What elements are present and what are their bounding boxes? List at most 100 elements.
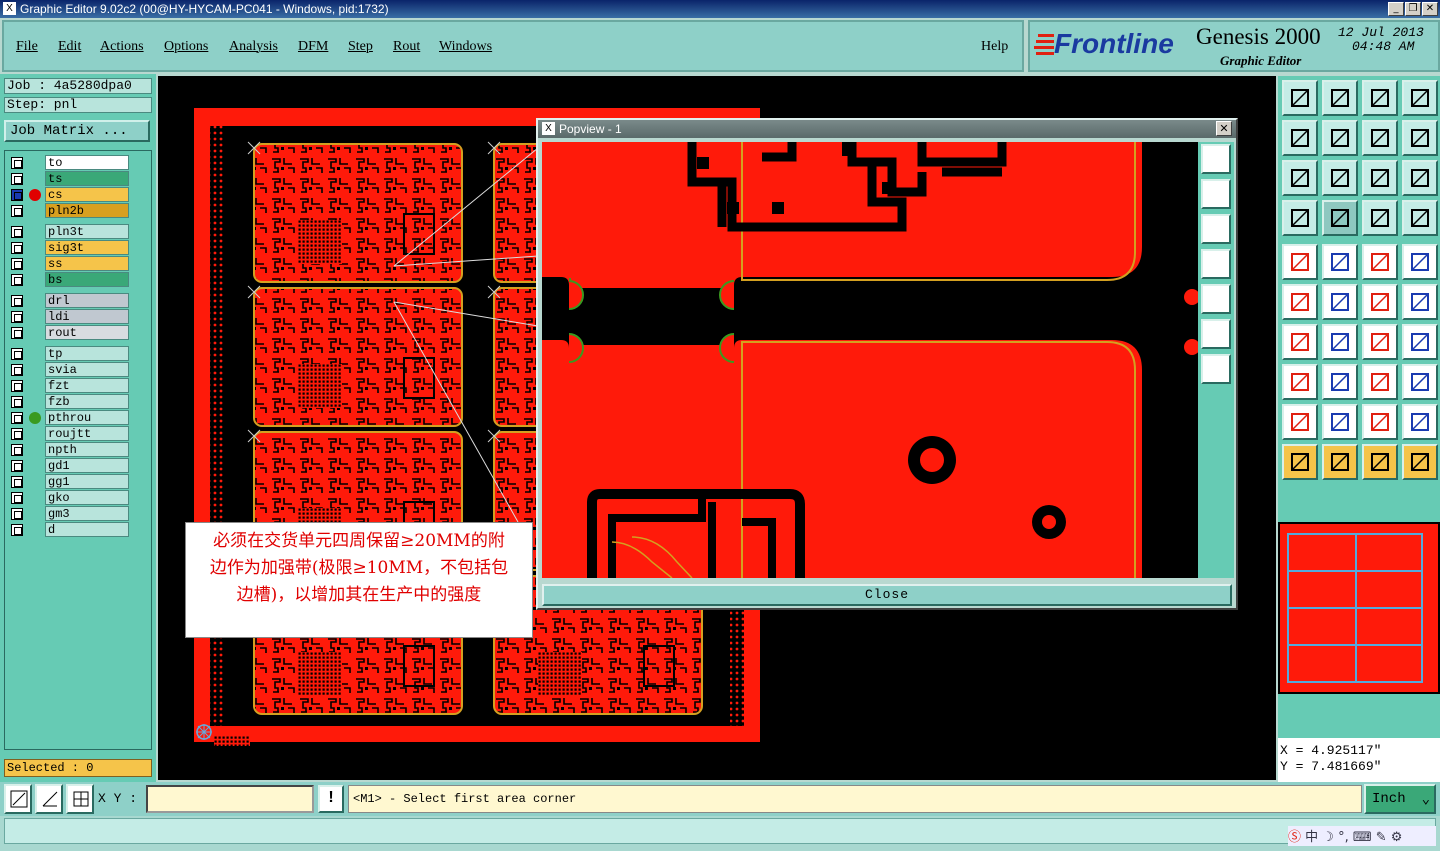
layer-checkbox[interactable] [11, 226, 23, 238]
pointer-corner-button[interactable] [1282, 244, 1318, 280]
layer-name[interactable]: gm3 [45, 506, 129, 521]
layer-checkbox[interactable] [11, 412, 23, 424]
connectivity-button[interactable] [1402, 364, 1438, 400]
layer-name[interactable]: fzb [45, 394, 129, 409]
layer-name[interactable]: gg1 [45, 474, 129, 489]
layer-row-fzt[interactable]: fzt [9, 378, 129, 393]
layer-name[interactable]: pln2b [45, 203, 129, 218]
arc-button[interactable] [1362, 324, 1398, 360]
layer-checkbox[interactable] [11, 274, 23, 286]
layer-checkbox[interactable] [11, 364, 23, 376]
layer-name[interactable]: tp [45, 346, 129, 361]
layer-row-ss[interactable]: ss [9, 256, 129, 271]
layer-stack-button[interactable] [1362, 200, 1398, 236]
layer-checkbox[interactable] [11, 311, 23, 323]
layer-checkbox[interactable] [11, 508, 23, 520]
layer-checkbox[interactable] [11, 327, 23, 339]
home-down-button[interactable] [1322, 80, 1358, 116]
home-up-button[interactable] [1282, 80, 1318, 116]
wrench-button[interactable] [1282, 200, 1318, 236]
popview-close-button[interactable]: Close [542, 584, 1232, 606]
layer-row-tp[interactable]: tp [9, 346, 129, 361]
measure-button[interactable] [35, 784, 63, 814]
units-select[interactable]: Inch ⌄ [1364, 784, 1436, 814]
menu-actions[interactable]: Actions [100, 39, 144, 55]
window-split-button[interactable] [1402, 80, 1438, 116]
select-arrow-button[interactable] [1282, 444, 1318, 480]
layer-row-gko[interactable]: gko [9, 490, 129, 505]
layer-checkbox[interactable] [11, 476, 23, 488]
layer-name[interactable]: fzt [45, 378, 129, 393]
arch-button[interactable] [1362, 404, 1398, 440]
snap-button[interactable] [4, 784, 32, 814]
move-feature-button[interactable] [1282, 364, 1318, 400]
ruler-button[interactable] [1362, 244, 1398, 280]
layer-row-to[interactable]: to [9, 155, 129, 170]
layer-name[interactable]: d [45, 522, 129, 537]
layer-checkbox[interactable] [11, 242, 23, 254]
layer-row-sig3t[interactable]: sig3t [9, 240, 129, 255]
xy-input[interactable] [146, 785, 314, 813]
fit-screen-button[interactable] [1282, 160, 1318, 196]
layer-name[interactable]: rout [45, 325, 129, 340]
line-tool-button[interactable] [1322, 244, 1358, 280]
layer-checkbox[interactable] [11, 492, 23, 504]
layer-row-pln2b[interactable]: pln2b [9, 203, 129, 218]
layer-row-gg1[interactable]: gg1 [9, 474, 129, 489]
layer-checkbox[interactable] [11, 173, 23, 185]
layer-checkbox[interactable] [11, 444, 23, 456]
layer-name[interactable]: ts [45, 171, 129, 186]
layer-checkbox[interactable] [11, 189, 23, 201]
close-window-button[interactable]: ✕ [1422, 2, 1438, 16]
layer-row-gm3[interactable]: gm3 [9, 506, 129, 521]
layer-name[interactable]: gko [45, 490, 129, 505]
layer-name[interactable]: svia [45, 362, 129, 377]
menu-options[interactable]: Options [164, 39, 208, 55]
layer-row-d[interactable]: d [9, 522, 129, 537]
layer-row-ts[interactable]: ts [9, 171, 129, 186]
layer-row-cs[interactable]: cs [9, 187, 129, 202]
grid-view-button[interactable] [1322, 200, 1358, 236]
layer-name[interactable]: gd1 [45, 458, 129, 473]
pop-down-button[interactable] [1201, 214, 1231, 244]
menu-windows[interactable]: Windows [439, 39, 492, 55]
layer-checkbox[interactable] [11, 258, 23, 270]
line-select-alt-button[interactable] [1402, 284, 1438, 320]
select-arrow-box-button[interactable] [1362, 444, 1398, 480]
help-button[interactable] [1402, 160, 1438, 196]
menu-file[interactable]: File [16, 39, 38, 55]
layer-name[interactable]: to [45, 155, 129, 170]
layer-row-roujtt[interactable]: roujtt [9, 426, 129, 441]
layer-checkbox[interactable] [11, 396, 23, 408]
layer-checkbox[interactable] [11, 460, 23, 472]
popview-close-icon[interactable]: ✕ [1216, 121, 1232, 136]
grid-button[interactable] [66, 784, 94, 814]
feature-fill-button[interactable] [1402, 324, 1438, 360]
pop-zoom-out-button[interactable] [1201, 319, 1231, 349]
layer-row-bs[interactable]: bs [9, 272, 129, 287]
angle-button[interactable] [1282, 324, 1318, 360]
layer-name[interactable]: bs [45, 272, 129, 287]
home-button[interactable] [1362, 80, 1398, 116]
layer-name[interactable]: npth [45, 442, 129, 457]
layer-name[interactable]: ldi [45, 309, 129, 324]
layer-checkbox[interactable] [11, 205, 23, 217]
layer-row-pln3t[interactable]: pln3t [9, 224, 129, 239]
layer-name[interactable]: cs [45, 187, 129, 202]
layer-name[interactable]: pthrou [45, 410, 129, 425]
node-link-button[interactable] [1282, 284, 1318, 320]
pop-right-button[interactable] [1201, 284, 1231, 314]
dot-select-button[interactable] [1402, 244, 1438, 280]
menu-step[interactable]: Step [348, 39, 373, 55]
layer-row-gd1[interactable]: gd1 [9, 458, 129, 473]
layer-checkbox[interactable] [11, 380, 23, 392]
cross-select-button[interactable] [1322, 284, 1358, 320]
layer-checkbox[interactable] [11, 157, 23, 169]
triangle-button[interactable] [1282, 404, 1318, 440]
menu-rout[interactable]: Rout [393, 39, 420, 55]
pop-up-button[interactable] [1201, 179, 1231, 209]
pop-zoom-fit-button[interactable] [1201, 144, 1231, 174]
layer-name[interactable]: sig3t [45, 240, 129, 255]
alert-button[interactable]: ! [318, 785, 344, 813]
triangle-alt-button[interactable] [1322, 404, 1358, 440]
